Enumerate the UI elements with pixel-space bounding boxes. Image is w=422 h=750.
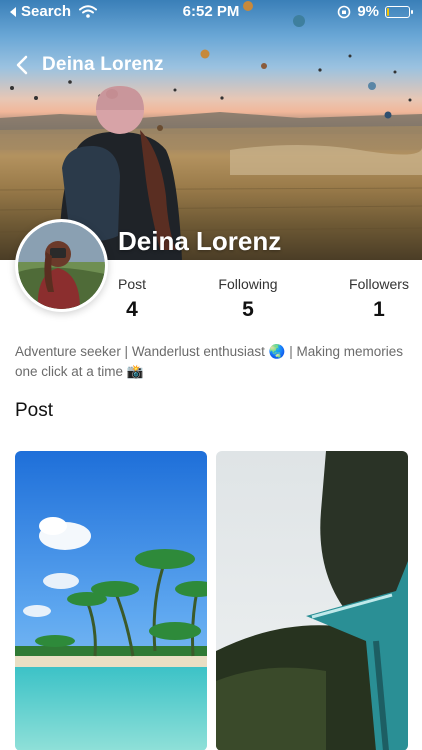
stat-posts-value: 4: [126, 298, 138, 321]
avatar[interactable]: [15, 219, 108, 312]
status-indicators: 9%: [337, 3, 413, 20]
profile-bio: Adventure seeker | Wanderlust enthusiast…: [15, 344, 403, 379]
battery-percent: 9%: [357, 3, 379, 20]
avatar-photo: [18, 222, 105, 309]
back-chevron-icon[interactable]: [16, 55, 28, 75]
post-thumbnail-beach[interactable]: [15, 451, 207, 750]
top-nav: Deina Lorenz: [16, 54, 164, 76]
stat-followers-label: Followers: [349, 276, 409, 292]
rotation-lock-icon: [338, 5, 351, 18]
posts-section-title: Post: [15, 400, 54, 421]
battery-icon: [385, 5, 413, 18]
battery-level-fill: [387, 7, 389, 16]
post-image-beach: [15, 451, 207, 750]
stat-following-value: 5: [242, 298, 254, 321]
post-thumbnail-train[interactable]: [216, 451, 408, 750]
status-bar: Search 6:52 PM 9%: [0, 0, 422, 24]
stat-following[interactable]: Following 5: [212, 276, 284, 322]
stat-followers[interactable]: Followers 1: [344, 276, 414, 322]
stat-followers-value: 1: [373, 298, 385, 321]
nav-title: Deina Lorenz: [42, 54, 164, 75]
profile-name: Deina Lorenz: [118, 226, 282, 256]
post-image-train: [216, 451, 408, 750]
stat-following-label: Following: [218, 276, 278, 292]
stat-posts-label: Post: [117, 276, 146, 292]
stat-posts[interactable]: Post 4: [111, 276, 153, 322]
